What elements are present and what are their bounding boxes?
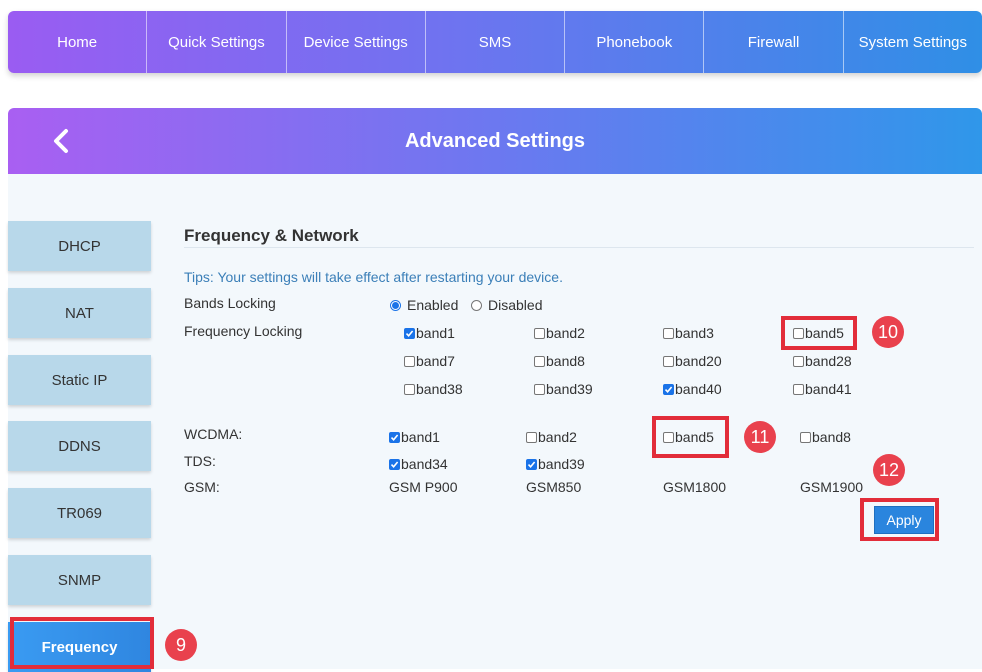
band-label: band41 — [805, 381, 852, 397]
checkbox-unchecked-icon — [534, 355, 545, 367]
badge-11: 11 — [744, 421, 776, 453]
band-checkbox[interactable]: band28 — [793, 353, 852, 369]
band-checkbox[interactable]: band39 — [534, 381, 593, 397]
nav-home[interactable]: Home — [8, 11, 148, 73]
bands-locking-disabled-radio[interactable]: Disabled — [471, 297, 542, 313]
wcdma-label: WCDMA: — [184, 426, 243, 442]
frequency-locking-label: Frequency Locking — [184, 323, 303, 339]
gsm-label: GSM: — [184, 479, 220, 495]
bands-locking-enabled-radio[interactable]: Enabled — [390, 297, 458, 313]
checkbox-checked-icon — [389, 431, 400, 443]
band-label: band8 — [812, 429, 851, 445]
gsm-band-1900: GSM1900 — [800, 479, 864, 495]
top-nav: Home Quick Settings Device Settings SMS … — [8, 11, 982, 73]
checkbox-unchecked-icon — [663, 327, 674, 339]
band-label: band20 — [675, 353, 722, 369]
header-bar: Advanced Settings — [8, 108, 982, 174]
radio-label: Disabled — [488, 297, 543, 313]
band-checkbox[interactable]: band41 — [793, 381, 852, 397]
checkbox-unchecked-icon — [793, 355, 804, 367]
bands-locking-label: Bands Locking — [184, 295, 276, 311]
band-label: band3 — [675, 325, 714, 341]
band-checkbox[interactable]: band7 — [404, 353, 455, 369]
gsm-band-850: GSM850 — [526, 479, 582, 495]
nav-firewall[interactable]: Firewall — [704, 11, 844, 73]
band-label: band40 — [675, 381, 722, 397]
checkbox-checked-icon — [389, 458, 400, 470]
checkbox-checked-icon — [404, 327, 415, 339]
band-checkbox[interactable]: band8 — [534, 353, 585, 369]
nav-quick-settings[interactable]: Quick Settings — [147, 11, 287, 73]
band-label: band1 — [401, 429, 440, 445]
checkbox-unchecked-icon — [404, 383, 415, 395]
band-label: band39 — [546, 381, 593, 397]
band-checkbox[interactable]: band3 — [663, 325, 714, 341]
band-checkbox[interactable]: band34 — [389, 456, 448, 472]
band-label: band28 — [805, 353, 852, 369]
sidebar-item-dhcp[interactable]: DHCP — [8, 221, 151, 271]
checkbox-unchecked-icon — [404, 355, 415, 367]
highlight-frame-apply — [860, 498, 939, 541]
badge-12: 12 — [873, 454, 905, 486]
badge-9: 9 — [165, 629, 197, 661]
gsm-band-p900: GSM P900 — [389, 479, 458, 495]
checkbox-unchecked-icon — [534, 327, 545, 339]
radio-label: Enabled — [407, 297, 459, 313]
badge-10: 10 — [872, 316, 904, 348]
band-label: band5 — [805, 325, 844, 341]
band-label: band2 — [538, 429, 577, 445]
highlight-frame-frequency — [10, 617, 154, 669]
band-checkbox[interactable]: band2 — [526, 429, 577, 445]
checkbox-checked-icon — [663, 383, 674, 395]
band-label: band2 — [546, 325, 585, 341]
band-label: band1 — [416, 325, 455, 341]
checkbox-unchecked-icon — [793, 327, 804, 339]
band-label: band34 — [401, 456, 448, 472]
sidebar-item-nat[interactable]: NAT — [8, 288, 151, 338]
band-label: band7 — [416, 353, 455, 369]
band-checkbox[interactable]: band5 — [663, 429, 714, 445]
section-title: Frequency & Network — [184, 226, 359, 245]
checkbox-unchecked-icon — [793, 383, 804, 395]
band-checkbox[interactable]: band38 — [404, 381, 463, 397]
page-title: Advanced Settings — [404, 130, 586, 152]
sidebar-item-static-ip[interactable]: Static IP — [8, 355, 151, 405]
sidebar-item-tr069[interactable]: TR069 — [8, 488, 151, 538]
band-checkbox[interactable]: band39 — [526, 456, 585, 472]
band-label: band5 — [675, 429, 714, 445]
checkbox-unchecked-icon — [663, 431, 674, 443]
radio-unselected-icon — [471, 299, 482, 311]
band-checkbox[interactable]: band5 — [793, 325, 844, 341]
band-checkbox[interactable]: band8 — [800, 429, 851, 445]
nav-device-settings[interactable]: Device Settings — [287, 11, 426, 73]
radio-selected-icon — [390, 299, 401, 311]
band-label: band38 — [416, 381, 463, 397]
checkbox-unchecked-icon — [534, 383, 545, 395]
sidebar-item-snmp[interactable]: SNMP — [8, 555, 151, 605]
band-label: band8 — [546, 353, 585, 369]
band-checkbox[interactable]: band1 — [389, 429, 440, 445]
checkbox-unchecked-icon — [663, 355, 674, 367]
content-panel: DHCP NAT Static IP DDNS TR069 SNMP Frequ… — [8, 174, 982, 672]
gsm-band-1800: GSM1800 — [663, 479, 727, 495]
checkbox-checked-icon — [526, 458, 537, 470]
band-checkbox[interactable]: band2 — [534, 325, 585, 341]
tds-label: TDS: — [184, 453, 216, 469]
nav-system-settings[interactable]: System Settings — [844, 11, 982, 73]
tips-text: Tips: Your settings will take effect aft… — [184, 269, 563, 285]
sidebar-item-ddns[interactable]: DDNS — [8, 421, 151, 471]
band-checkbox[interactable]: band1 — [404, 325, 455, 341]
band-label: band39 — [538, 456, 585, 472]
band-checkbox[interactable]: band20 — [663, 353, 722, 369]
band-checkbox[interactable]: band40 — [663, 381, 722, 397]
checkbox-unchecked-icon — [800, 431, 811, 443]
checkbox-unchecked-icon — [526, 431, 537, 443]
nav-phonebook[interactable]: Phonebook — [565, 11, 705, 73]
section-divider — [184, 247, 974, 248]
nav-sms[interactable]: SMS — [426, 11, 566, 73]
